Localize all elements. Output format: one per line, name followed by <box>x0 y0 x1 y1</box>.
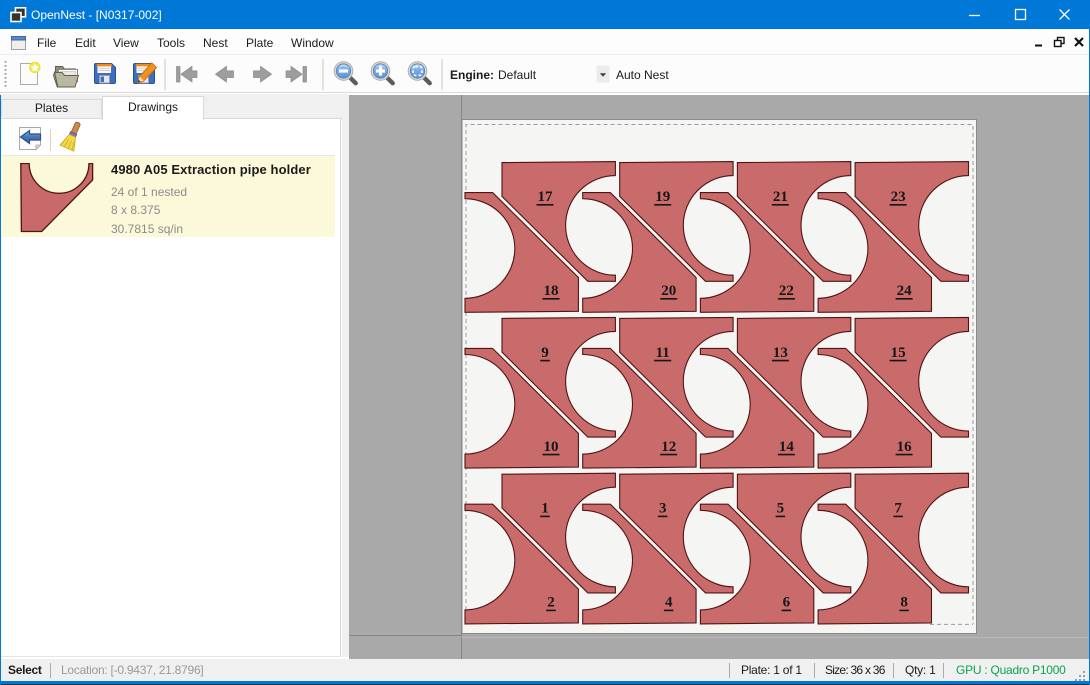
svg-text:23: 23 <box>891 189 906 205</box>
svg-text:18: 18 <box>544 283 559 299</box>
svg-text:5: 5 <box>777 501 785 517</box>
svg-text:1: 1 <box>541 501 549 517</box>
svg-text:15: 15 <box>891 345 906 361</box>
svg-text:14: 14 <box>779 439 795 455</box>
svg-text:10: 10 <box>544 439 559 455</box>
svg-text:4: 4 <box>665 595 673 611</box>
svg-text:22: 22 <box>779 283 794 299</box>
svg-text:3: 3 <box>659 501 667 517</box>
svg-text:12: 12 <box>661 439 676 455</box>
svg-text:8: 8 <box>900 595 908 611</box>
svg-text:13: 13 <box>773 345 788 361</box>
svg-text:19: 19 <box>655 189 670 205</box>
svg-text:16: 16 <box>897 439 913 455</box>
svg-text:24: 24 <box>897 283 913 299</box>
svg-text:11: 11 <box>656 345 670 361</box>
svg-text:20: 20 <box>661 283 676 299</box>
svg-text:9: 9 <box>541 345 549 361</box>
svg-text:21: 21 <box>773 189 788 205</box>
svg-text:7: 7 <box>894 501 902 517</box>
svg-text:2: 2 <box>547 595 555 611</box>
svg-text:6: 6 <box>783 595 791 611</box>
svg-text:17: 17 <box>538 189 554 205</box>
